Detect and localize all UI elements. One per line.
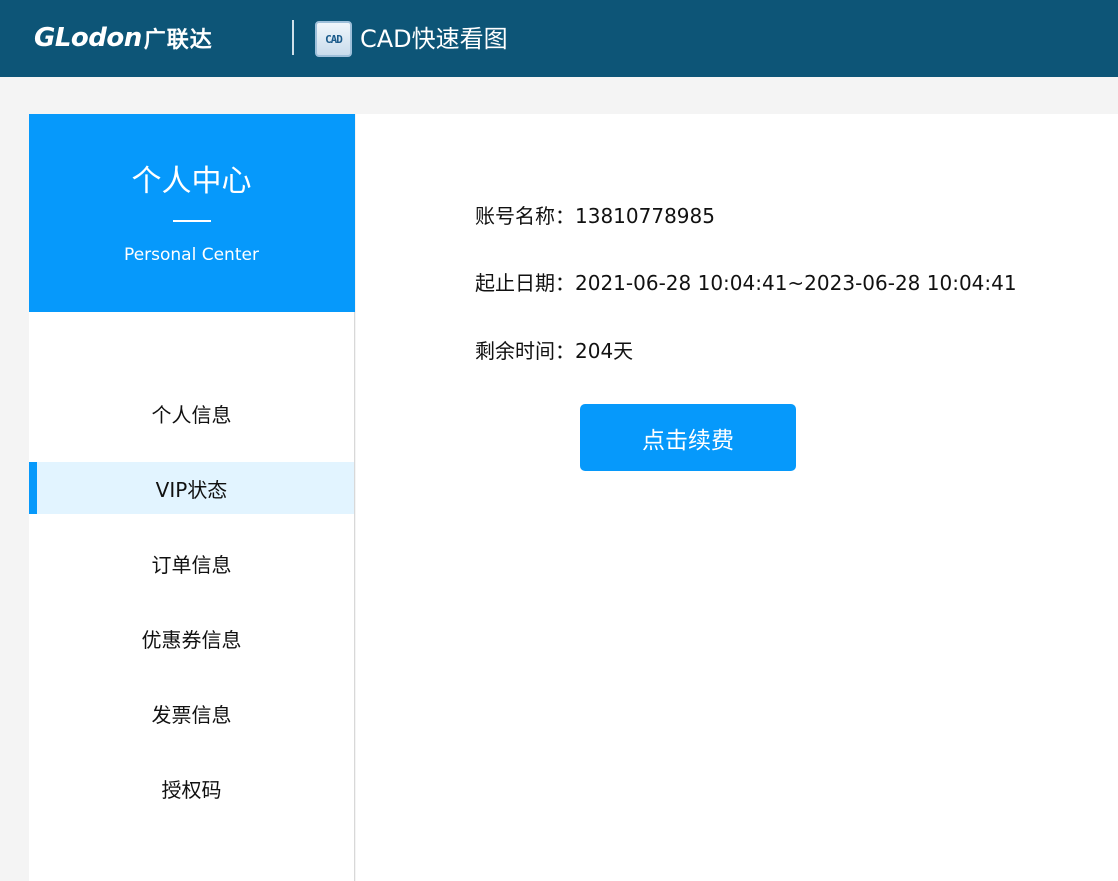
sidebar-item-auth-code[interactable]: 授权码 xyxy=(29,762,354,814)
sidebar-header: 个人中心 Personal Center xyxy=(29,114,355,312)
account-name-value: 13810778985 xyxy=(575,204,715,228)
sidebar-title-underline xyxy=(173,220,211,222)
sidebar-item-vip-status[interactable]: VIP状态 xyxy=(29,462,354,514)
validity-period-label: 起止日期： xyxy=(475,271,575,295)
sidebar-item-label: 发票信息 xyxy=(151,702,232,727)
sidebar-subtitle: Personal Center xyxy=(124,245,259,265)
account-name-row: 账号名称：13810778985 xyxy=(475,202,715,230)
cad-app-icon: CAD xyxy=(315,21,352,57)
sidebar-item-personal-info[interactable]: 个人信息 xyxy=(29,387,354,439)
top-navbar: GLodon 广联达 CAD CAD快速看图 xyxy=(0,0,1118,77)
sidebar-item-label: 个人信息 xyxy=(151,402,232,427)
sidebar-title: 个人中心 xyxy=(131,164,252,199)
app-icon-text: CAD xyxy=(325,32,343,46)
vip-status-panel: 账号名称：13810778985 起止日期：2021-06-28 10:04:4… xyxy=(356,114,1118,881)
brand-divider xyxy=(292,20,294,55)
glodon-logo[interactable]: GLodon 广联达 xyxy=(34,18,213,58)
brand-english-name: GLodon xyxy=(34,23,142,53)
renew-button[interactable]: 点击续费 xyxy=(580,404,796,471)
sidebar-item-label: 授权码 xyxy=(161,777,222,802)
sidebar-item-invoice-info[interactable]: 发票信息 xyxy=(29,687,354,739)
validity-period-value: 2021-06-28 10:04:41~2023-06-28 10:04:41 xyxy=(575,271,1017,295)
brand-chinese-name: 广联达 xyxy=(143,28,213,53)
sidebar-item-order-info[interactable]: 订单信息 xyxy=(29,537,354,589)
sidebar-item-label: 订单信息 xyxy=(151,552,232,577)
validity-period-row: 起止日期：2021-06-28 10:04:41~2023-06-28 10:0… xyxy=(475,269,1017,297)
sidebar-item-coupon-info[interactable]: 优惠券信息 xyxy=(29,612,354,664)
app-name: CAD快速看图 xyxy=(360,25,508,53)
sidebar-item-label: VIP状态 xyxy=(155,477,228,502)
account-name-label: 账号名称： xyxy=(475,204,575,228)
sidebar-item-label: 优惠券信息 xyxy=(141,627,242,652)
remaining-time-value: 204天 xyxy=(575,339,634,363)
sidebar: 个人中心 Personal Center 个人信息 VIP状态 订单信息 优惠券… xyxy=(29,114,355,881)
remaining-time-row: 剩余时间：204天 xyxy=(475,337,633,365)
remaining-time-label: 剩余时间： xyxy=(475,339,575,363)
